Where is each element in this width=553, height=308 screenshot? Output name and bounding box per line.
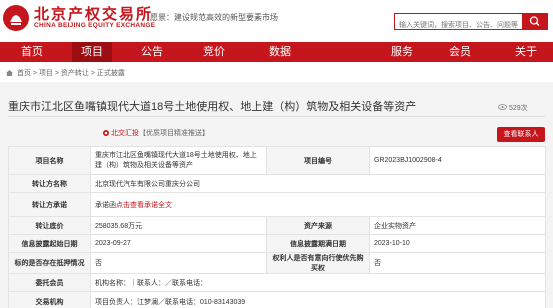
table-row: 交易机构 项目负责人：江梦澜／联系电话：010-83143039 xyxy=(8,291,546,308)
eye-icon xyxy=(498,104,507,110)
nav-item-bidding[interactable]: 竞价 xyxy=(196,42,232,62)
table-row: 转让方承诺 承诺函点击查看承诺全文 xyxy=(8,192,546,217)
table-cell-value: 258035.68万元 xyxy=(90,216,267,235)
table-cell-key: 转让底价 xyxy=(8,216,91,235)
table-cell-key: 转让方承诺 xyxy=(8,192,91,217)
breadcrumb-asset-transfer[interactable]: 资产转让 xyxy=(61,70,89,77)
table-cell-value: 北京现代汽车有限公司重庆分公司 xyxy=(90,174,546,193)
table-row: 委托会员 机构名称：｜联系人：／联系电话： xyxy=(8,273,546,292)
slogan: 愿景：建设规范高效的新型要素市场 xyxy=(150,13,278,22)
commitment-label: 承诺函 xyxy=(95,201,116,209)
table-cell-key: 项目编号 xyxy=(266,146,370,175)
table-cell-key: 标的是否存在抵押情况 xyxy=(8,252,91,274)
table-cell-value: 否 xyxy=(90,252,267,274)
source-info: 北交汇投【优质项目精准推送】 xyxy=(103,128,209,138)
breadcrumb: 首页 > 项目 > 资产转让 > 正式披露 xyxy=(6,68,125,78)
source-name[interactable]: 北交汇投 xyxy=(111,130,139,137)
table-row: 标的是否存在抵押情况 否 权利人是否有意向行使优先购买权 否 xyxy=(8,252,546,274)
breadcrumb-home[interactable]: 首页 xyxy=(17,70,31,77)
home-icon xyxy=(6,70,13,76)
table-row: 信息披露起始日期 2023-09-27 信息披露期满日期 2023-10-10 xyxy=(8,234,546,253)
search-button[interactable] xyxy=(522,13,548,30)
table-row: 转让方名称 北京现代汽车有限公司重庆分公司 xyxy=(8,174,546,193)
search-box xyxy=(394,13,522,33)
table-cell-value: 否 xyxy=(369,252,546,274)
view-contact-button[interactable]: 查看联系人 xyxy=(497,127,545,142)
breadcrumb-formal-disclosure: 正式披露 xyxy=(96,70,125,77)
site-header: 北京产权交易所 CHINA BEIJING EQUITY EXCHANGE 愿景… xyxy=(0,0,553,42)
breadcrumb-projects[interactable]: 项目 xyxy=(39,70,53,77)
table-cell-value: 承诺函点击查看承诺全文 xyxy=(90,192,546,217)
search-input[interactable] xyxy=(395,18,522,33)
table-cell-key: 转让方名称 xyxy=(8,174,91,193)
nav-item-services[interactable]: 服务 xyxy=(384,42,420,62)
exchange-logo-icon[interactable] xyxy=(2,4,30,32)
table-cell-key: 信息披露起始日期 xyxy=(8,234,91,253)
table-cell-value: 2023-10-10 xyxy=(369,234,546,253)
table-cell-value: 2023-09-27 xyxy=(90,234,267,253)
table-row: 项目名称 重庆市江北区鱼嘴镇现代大道18号土地使用权、地上建（构）筑物及相关设备… xyxy=(8,146,546,175)
table-cell-key: 权利人是否有意向行使优先购买权 xyxy=(266,252,370,274)
source-note: 【优质项目精准推送】 xyxy=(138,130,209,137)
nav-item-announcements[interactable]: 公告 xyxy=(134,42,170,62)
project-info-table: 项目名称 重庆市江北区鱼嘴镇现代大道18号土地使用权、地上建（构）筑物及相关设备… xyxy=(8,146,546,308)
project-title: 重庆市江北区鱼嘴镇现代大道18号土地使用权、地上建（构）筑物及相关设备等资产 xyxy=(8,101,417,113)
table-cell-key: 交易机构 xyxy=(8,291,91,308)
nav-item-projects[interactable]: 项目 xyxy=(72,42,112,62)
table-cell-key: 项目名称 xyxy=(8,146,91,175)
brand-name-en: CHINA BEIJING EQUITY EXCHANGE xyxy=(34,22,156,29)
view-count-value: 529次 xyxy=(508,105,528,112)
table-cell-key: 委托会员 xyxy=(8,273,91,292)
nav-item-data[interactable]: 数据 xyxy=(262,42,298,62)
brand-name-cn: 北京产权交易所 xyxy=(34,6,154,23)
title-divider xyxy=(8,116,545,117)
source-logo-icon xyxy=(103,130,109,136)
table-cell-key: 资产来源 xyxy=(266,216,370,235)
table-cell-value: 机构名称：｜联系人：／联系电话： xyxy=(90,273,546,292)
view-count: 529次 xyxy=(498,103,528,113)
nav-item-about[interactable]: 关于 xyxy=(508,42,544,62)
search-icon xyxy=(529,16,540,26)
table-cell-value: 重庆市江北区鱼嘴镇现代大道18号土地使用权、地上建（构）筑物及相关设备等资产 xyxy=(90,146,267,175)
table-cell-value: GR2023BJ1002908-4 xyxy=(369,146,546,175)
table-cell-key: 信息披露期满日期 xyxy=(266,234,370,253)
table-row: 转让底价 258035.68万元 资产来源 企业实物资产 xyxy=(8,216,546,235)
nav-item-members[interactable]: 会员 xyxy=(442,42,478,62)
table-cell-value: 企业实物资产 xyxy=(369,216,546,235)
nav-item-home[interactable]: 首页 xyxy=(8,42,56,62)
commitment-link[interactable]: 点击查看承诺全文 xyxy=(116,202,172,209)
table-cell-value: 项目负责人：江梦澜／联系电话：010-83143039 xyxy=(90,291,546,308)
main-nav: 首页 项目 公告 竞价 数据 服务 会员 关于 xyxy=(0,42,553,62)
